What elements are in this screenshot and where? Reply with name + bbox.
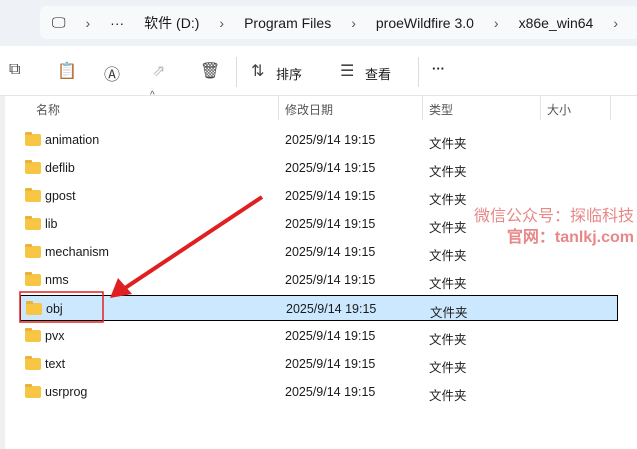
arrow-line [123, 195, 264, 290]
highlight-box [19, 291, 104, 323]
annotation-overlay [19, 195, 264, 323]
arrow-head [110, 278, 132, 298]
